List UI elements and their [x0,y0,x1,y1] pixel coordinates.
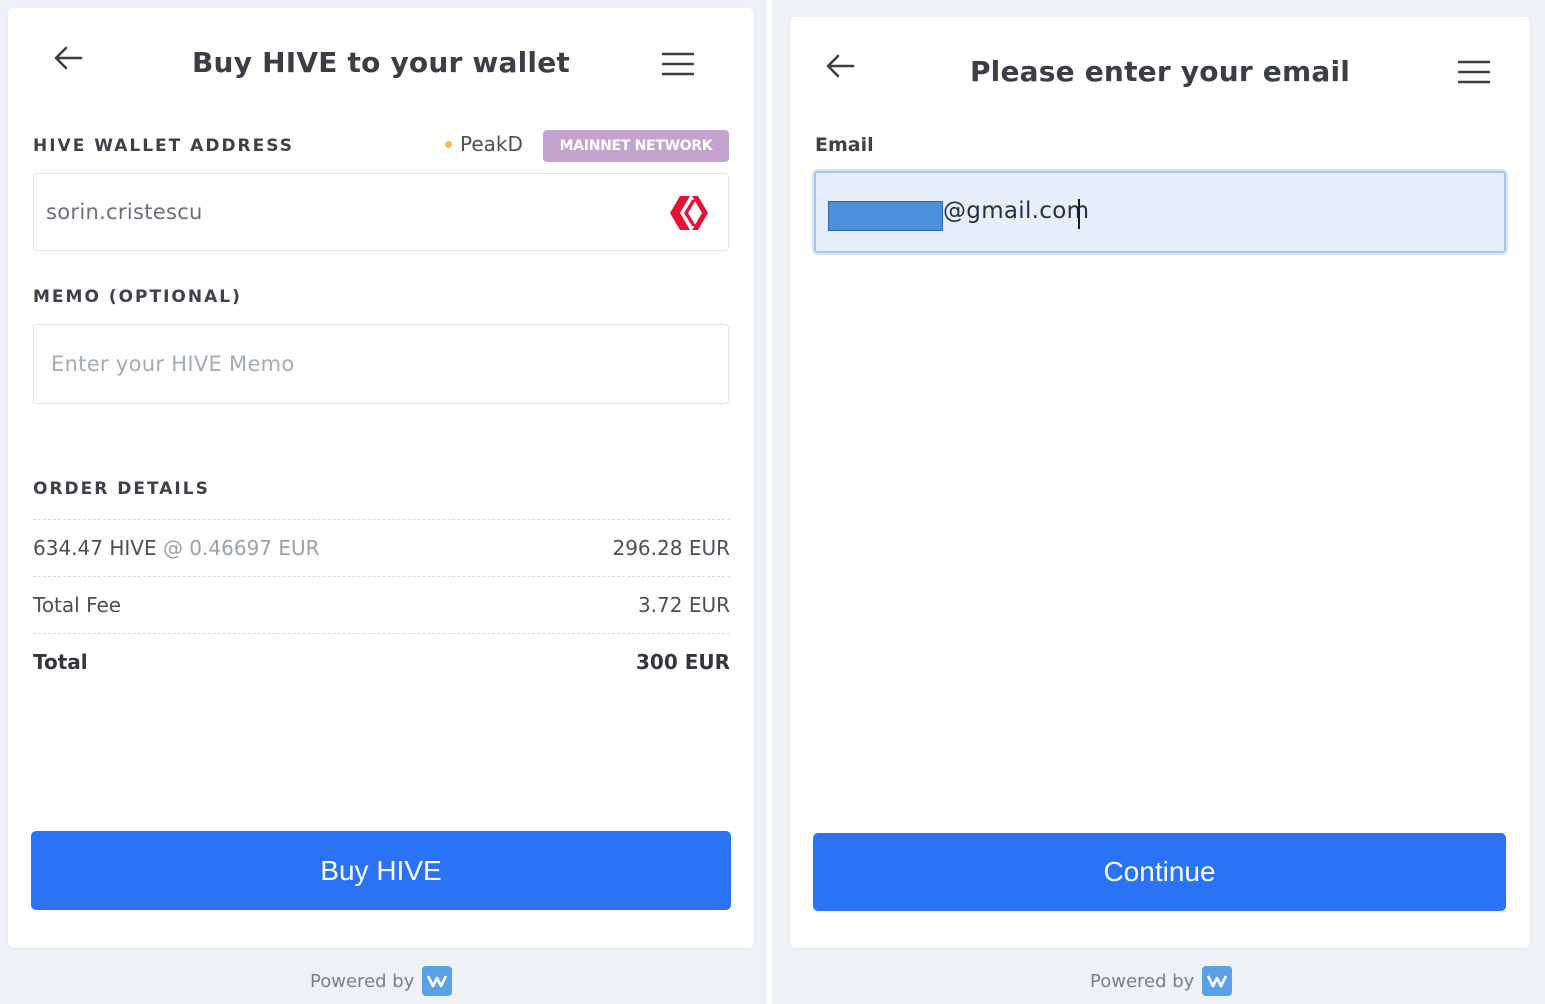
order-row-label: 634.47 HIVE @ 0.46697 EUR [33,536,320,560]
order-row-amount: 296.28 EUR [612,536,730,560]
powered-by-text: Powered by [1090,970,1195,992]
order-row-amount: 3.72 EUR [637,593,730,617]
page-title: Please enter your email [969,55,1351,88]
email-label: Email [815,134,874,156]
order-row-total: Total 300 EUR [33,633,730,690]
hive-logo-icon [670,196,708,230]
order-row-rate: @ 0.46697 EUR [162,536,320,560]
order-row-amount: 300 EUR [635,650,730,674]
order-row-label: Total [33,650,88,674]
powered-by-right[interactable]: Powered by [1090,965,1233,997]
powered-by-text: Powered by [310,970,415,992]
panel-divider [767,0,772,1004]
powered-by-left[interactable]: Powered by [310,965,453,997]
continue-button[interactable]: Continue [813,833,1506,911]
wallet-provider[interactable]: PeakD [445,132,523,156]
redacted-email-username [828,201,943,231]
wallet-address-value: sorin.cristescu [46,200,203,224]
memo-placeholder: Enter your HIVE Memo [51,352,295,376]
email-domain: @gmail.com [943,198,1090,224]
page-title: Buy HIVE to your wallet [192,46,570,79]
memo-label: MEMO (OPTIONAL) [33,287,242,307]
email-panel: Please enter your email Email @gmail.com… [790,17,1530,948]
memo-input[interactable]: Enter your HIVE Memo [33,324,729,404]
email-input[interactable]: @gmail.com [814,171,1506,253]
hamburger-menu-icon [1458,60,1490,84]
provider-name: PeakD [460,132,523,156]
buy-hive-panel: Buy HIVE to your wallet HIVE WALLET ADDR… [8,8,754,948]
wallet-address-input[interactable]: sorin.cristescu [33,173,729,251]
hamburger-menu-icon [662,52,694,76]
menu-button[interactable] [1454,52,1494,92]
transak-logo-icon [1202,966,1233,996]
order-row-hive: 634.47 HIVE @ 0.46697 EUR 296.28 EUR [33,519,730,576]
provider-dot-icon [445,140,452,148]
order-row-label: Total Fee [33,593,122,617]
network-badge: MAINNET NETWORK [543,130,729,162]
text-caret [1078,199,1080,229]
wallet-address-label: HIVE WALLET ADDRESS [33,136,294,156]
menu-button[interactable] [658,44,698,84]
order-details-label: ORDER DETAILS [33,479,210,499]
order-row-fee: Total Fee 3.72 EUR [33,576,730,633]
buy-hive-button[interactable]: Buy HIVE [31,831,731,910]
transak-logo-icon [422,966,453,996]
